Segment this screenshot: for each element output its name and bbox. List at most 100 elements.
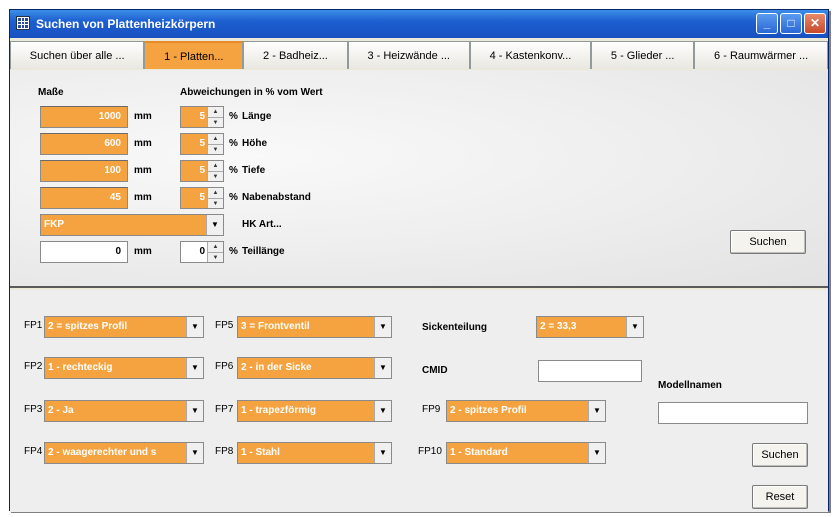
cmid-label: CMID xyxy=(422,365,448,376)
fp2-label: FP2 xyxy=(24,361,43,372)
teillaenge-tolerance-stepper[interactable]: 0 ▲ ▼ xyxy=(180,241,224,263)
up-arrow-icon[interactable]: ▲ xyxy=(208,107,223,117)
fp1-label: FP1 xyxy=(24,320,43,331)
hk-art-label: HK Art... xyxy=(242,219,282,230)
chevron-down-icon[interactable]: ▼ xyxy=(186,401,203,421)
unit-label: mm xyxy=(134,111,152,122)
chevron-down-icon[interactable]: ▼ xyxy=(588,401,605,421)
chevron-down-icon[interactable]: ▼ xyxy=(206,215,223,235)
up-arrow-icon[interactable]: ▲ xyxy=(208,134,223,144)
fp6-label: FP6 xyxy=(215,361,234,372)
fp8-value: 1 - Stahl xyxy=(241,447,280,458)
down-arrow-icon[interactable]: ▼ xyxy=(208,171,223,181)
tiefe-input[interactable]: 100 xyxy=(40,160,128,182)
chevron-down-icon[interactable]: ▼ xyxy=(186,358,203,378)
laenge-input[interactable]: 1000 xyxy=(40,106,128,128)
hk-art-select[interactable]: FKP ▼ xyxy=(40,214,224,236)
abweichung-header: Abweichungen in % vom Wert xyxy=(180,87,323,98)
percent-label: % xyxy=(229,165,238,176)
percent-label: % xyxy=(229,138,238,149)
fp2-value: 1 - rechteckig xyxy=(48,362,113,373)
fp7-value: 1 - trapezförmig xyxy=(241,405,317,416)
fp6-value: 2 - in der Sicke xyxy=(241,362,312,373)
chevron-down-icon[interactable]: ▼ xyxy=(374,443,391,463)
sickenteilung-select[interactable]: 2 = 33,3 ▼ xyxy=(536,316,644,338)
fp3-select[interactable]: 2 - Ja ▼ xyxy=(44,400,204,422)
laenge-label: Länge xyxy=(242,111,272,122)
down-arrow-icon[interactable]: ▼ xyxy=(208,252,223,262)
fp5-select[interactable]: 3 = Frontventil ▼ xyxy=(237,316,392,338)
unit-label: mm xyxy=(134,165,152,176)
hoehe-input[interactable]: 600 xyxy=(40,133,128,155)
fp4-label: FP4 xyxy=(24,446,43,457)
chevron-down-icon[interactable]: ▼ xyxy=(374,401,391,421)
down-arrow-icon[interactable]: ▼ xyxy=(208,198,223,208)
fp6-select[interactable]: 2 - in der Sicke ▼ xyxy=(237,357,392,379)
teillaenge-input[interactable]: 0 xyxy=(40,241,128,263)
modellnamen-input[interactable] xyxy=(658,402,808,424)
chevron-down-icon[interactable]: ▼ xyxy=(186,317,203,337)
down-arrow-icon[interactable]: ▼ xyxy=(208,117,223,127)
hoehe-label: Höhe xyxy=(242,138,267,149)
tab-kastenkonv[interactable]: 4 - Kastenkonv... xyxy=(469,41,592,69)
tab-heizwaende[interactable]: 3 - Heizwände ... xyxy=(347,41,470,69)
fp1-select[interactable]: 2 = spitzes Profil ▼ xyxy=(44,316,204,338)
chevron-down-icon[interactable]: ▼ xyxy=(186,443,203,463)
sickenteilung-label: Sickenteilung xyxy=(422,322,488,333)
chevron-down-icon[interactable]: ▼ xyxy=(374,317,391,337)
percent-label: % xyxy=(229,111,238,122)
reset-button[interactable]: Reset xyxy=(752,485,808,509)
suchen-bottom-button[interactable]: Suchen xyxy=(752,443,808,467)
fp2-select[interactable]: 1 - rechteckig ▼ xyxy=(44,357,204,379)
modellnamen-label: Modellnamen xyxy=(658,380,722,391)
fp3-label: FP3 xyxy=(24,404,43,415)
unit-label: mm xyxy=(134,192,152,203)
tolerance-value: 0 xyxy=(199,246,205,257)
suchen-top-button[interactable]: Suchen xyxy=(730,230,806,254)
nabenabstand-tolerance-stepper[interactable]: 5 ▲ ▼ xyxy=(180,187,224,209)
fp1-value: 2 = spitzes Profil xyxy=(48,321,128,332)
window-title: Suchen von Plattenheizkörpern xyxy=(36,17,216,31)
fp9-select[interactable]: 2 - spitzes Profil ▼ xyxy=(446,400,606,422)
tab-platten[interactable]: 1 - Platten... xyxy=(144,41,244,69)
up-arrow-icon[interactable]: ▲ xyxy=(208,188,223,198)
chevron-down-icon[interactable]: ▼ xyxy=(588,443,605,463)
fp9-value: 2 - spitzes Profil xyxy=(450,405,527,416)
nabenabstand-input[interactable]: 45 xyxy=(40,187,128,209)
cmid-input[interactable] xyxy=(538,360,642,382)
chevron-down-icon[interactable]: ▼ xyxy=(626,317,643,337)
fp7-select[interactable]: 1 - trapezförmig ▼ xyxy=(237,400,392,422)
close-icon[interactable]: ✕ xyxy=(804,13,826,34)
fp8-label: FP8 xyxy=(215,446,234,457)
tolerance-value: 5 xyxy=(199,192,205,203)
chevron-down-icon[interactable]: ▼ xyxy=(374,358,391,378)
fp10-select[interactable]: 1 - Standard ▼ xyxy=(446,442,606,464)
fp8-select[interactable]: 1 - Stahl ▼ xyxy=(237,442,392,464)
tiefe-tolerance-stepper[interactable]: 5 ▲ ▼ xyxy=(180,160,224,182)
tab-glieder[interactable]: 5 - Glieder ... xyxy=(591,41,695,69)
minimize-icon[interactable]: _ xyxy=(756,13,778,34)
tolerance-value: 5 xyxy=(199,138,205,149)
fp9-label: FP9 xyxy=(422,404,441,415)
unit-label: mm xyxy=(134,138,152,149)
fp5-label: FP5 xyxy=(215,320,234,331)
hk-art-value: FKP xyxy=(44,219,64,230)
teillaenge-label: Teillänge xyxy=(242,246,285,257)
feature-panel: FP1 2 = spitzes Profil ▼ FP2 1 - rechteck… xyxy=(10,290,828,512)
down-arrow-icon[interactable]: ▼ xyxy=(208,144,223,154)
unit-label: mm xyxy=(134,246,152,257)
percent-label: % xyxy=(229,192,238,203)
tab-bar: Suchen über alle ... 1 - Platten... 2 - … xyxy=(10,41,828,69)
up-arrow-icon[interactable]: ▲ xyxy=(208,242,223,252)
tab-raumwaermer[interactable]: 6 - Raumwärmer ... xyxy=(694,41,828,69)
hoehe-tolerance-stepper[interactable]: 5 ▲ ▼ xyxy=(180,133,224,155)
fp10-label: FP10 xyxy=(418,446,442,457)
tab-suchen-alle[interactable]: Suchen über alle ... xyxy=(10,41,145,69)
up-arrow-icon[interactable]: ▲ xyxy=(208,161,223,171)
fp5-value: 3 = Frontventil xyxy=(241,321,310,332)
fp4-select[interactable]: 2 - waagerechter und s ▼ xyxy=(44,442,204,464)
laenge-tolerance-stepper[interactable]: 5 ▲ ▼ xyxy=(180,106,224,128)
tab-badheiz[interactable]: 2 - Badheiz... xyxy=(243,41,348,69)
maximize-icon[interactable]: □ xyxy=(780,13,802,34)
nabenabstand-label: Nabenabstand xyxy=(242,192,311,203)
